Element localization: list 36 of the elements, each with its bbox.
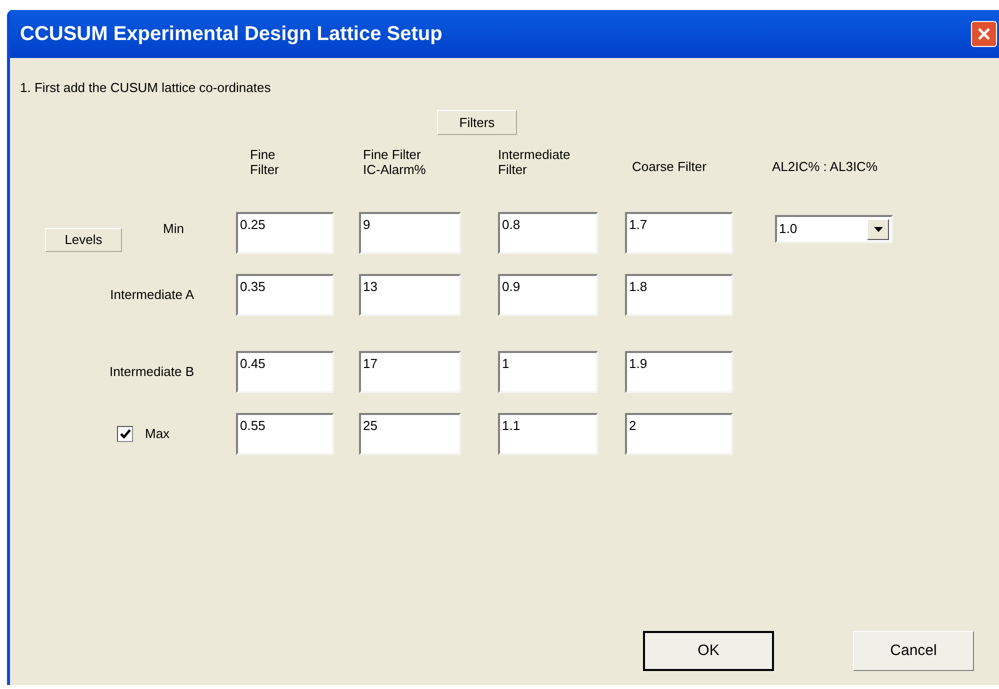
input-field[interactable]: 1.8 — [625, 274, 733, 316]
column-header: Intermediate Filter — [498, 147, 572, 177]
input-field[interactable]: 13 — [359, 274, 461, 316]
column-header: Coarse Filter — [632, 159, 708, 174]
input-field[interactable]: 1.7 — [625, 212, 733, 254]
dialog-button[interactable]: Cancel — [853, 631, 974, 671]
input-field[interactable]: 0.8 — [498, 212, 598, 254]
checkbox[interactable] — [117, 426, 133, 442]
input-field[interactable]: 0.9 — [498, 274, 598, 316]
input-field[interactable]: 9 — [359, 212, 461, 254]
row-label: Min — [163, 220, 184, 238]
input-field[interactable]: 0.25 — [236, 212, 334, 254]
checkbox-label: Max — [145, 425, 170, 444]
filters-label: Filters — [437, 110, 517, 135]
dialog-button[interactable]: OK — [643, 631, 774, 671]
input-field[interactable]: 2 — [625, 413, 733, 455]
input-field[interactable]: 17 — [359, 351, 461, 393]
instruction-text: 1. First add the CUSUM lattice co-ordinates — [20, 79, 272, 96]
input-field[interactable]: 0.55 — [236, 413, 334, 455]
row-label: Intermediate A — [110, 286, 194, 304]
column-header: Fine Filter IC-Alarm% — [363, 147, 427, 177]
column-header: Fine Filter — [250, 147, 280, 177]
input-field[interactable]: 0.45 — [236, 351, 334, 393]
input-field[interactable]: 0.35 — [236, 274, 334, 316]
input-field[interactable]: 25 — [359, 413, 461, 455]
column-header: AL2IC% : AL3IC% — [772, 159, 878, 174]
close-icon — [977, 27, 991, 41]
ratio-dropdown[interactable]: 1.0 — [775, 215, 893, 243]
input-field[interactable]: 1 — [498, 351, 598, 393]
checkmark-icon — [120, 429, 130, 439]
close-button[interactable] — [971, 21, 997, 47]
input-field[interactable]: 1.1 — [498, 413, 598, 455]
input-field[interactable]: 1.9 — [625, 351, 733, 393]
window-title: CCUSUM Experimental Design Lattice Setup — [20, 22, 442, 47]
row-label: Intermediate B — [109, 363, 194, 382]
levels-label: Levels — [45, 228, 122, 252]
